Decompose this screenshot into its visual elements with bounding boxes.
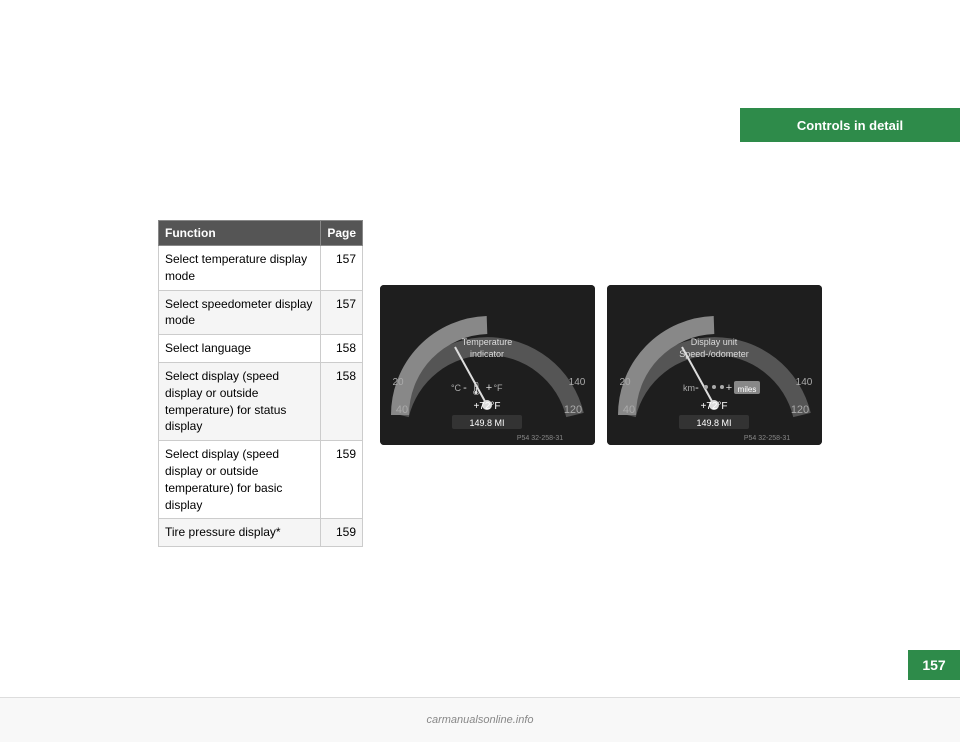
function-table-container: Function Page Select temperature display… [158, 220, 363, 547]
table-cell-function: Select temperature display mode [159, 246, 321, 291]
table-cell-function: Select language [159, 335, 321, 363]
svg-text:🌡: 🌡 [468, 381, 485, 396]
svg-text:Display unit: Display unit [691, 337, 738, 347]
controls-banner: Controls in detail [740, 108, 960, 142]
table-cell-function: Select display (speed display or outside… [159, 441, 321, 519]
col-header-page: Page [321, 221, 363, 246]
table-cell-function: Select speedometer display mode [159, 290, 321, 335]
svg-text:40: 40 [623, 404, 635, 416]
function-table: Function Page Select temperature display… [158, 220, 363, 547]
gauge-speedometer: 40 120 20 140 Display unit Speed-/odomet… [607, 285, 822, 445]
svg-text:120: 120 [791, 404, 809, 416]
svg-text:120: 120 [564, 404, 582, 416]
svg-text:149.8 MI: 149.8 MI [469, 418, 504, 428]
svg-text:+72°F: +72°F [700, 401, 727, 412]
svg-text:°C: °C [451, 383, 462, 393]
table-cell-page: 158 [321, 362, 363, 440]
table-cell-page: 157 [321, 246, 363, 291]
svg-text:indicator: indicator [470, 349, 504, 359]
svg-text:20: 20 [619, 377, 631, 388]
svg-text:140: 140 [796, 377, 813, 388]
svg-text:+: + [726, 382, 732, 394]
svg-text:20: 20 [392, 377, 404, 388]
svg-text:°F: °F [493, 383, 503, 393]
svg-text:+72°F: +72°F [473, 401, 500, 412]
svg-text:P54 32-258-31: P54 32-258-31 [517, 435, 563, 442]
table-row: Select temperature display mode157 [159, 246, 363, 291]
watermark-text: carmanualsonline.info [426, 714, 533, 726]
svg-text:km: km [683, 383, 695, 393]
table-row: Tire pressure display*159 [159, 519, 363, 547]
table-row: Select speedometer display mode157 [159, 290, 363, 335]
table-cell-page: 157 [321, 290, 363, 335]
gauges-area: 40 120 20 140 Temperature indicator °C -… [380, 285, 822, 445]
page-number-badge: 157 [908, 650, 960, 680]
svg-text:40: 40 [396, 404, 408, 416]
table-cell-function: Tire pressure display* [159, 519, 321, 547]
col-header-function: Function [159, 221, 321, 246]
svg-text:Speed-/odometer: Speed-/odometer [679, 349, 749, 359]
svg-text:-: - [695, 382, 699, 394]
page-number-label: 157 [922, 657, 945, 673]
table-row: Select display (speed display or outside… [159, 362, 363, 440]
svg-text:-: - [463, 382, 467, 394]
table-cell-page: 158 [321, 335, 363, 363]
gauge-temperature: 40 120 20 140 Temperature indicator °C -… [380, 285, 595, 445]
svg-text:P54 32-258-31: P54 32-258-31 [744, 435, 790, 442]
svg-text:Temperature: Temperature [462, 337, 513, 347]
svg-text:+: + [486, 382, 492, 394]
table-cell-page: 159 [321, 441, 363, 519]
table-cell-page: 159 [321, 519, 363, 547]
svg-text:140: 140 [569, 377, 586, 388]
watermark-bar: carmanualsonline.info [0, 697, 960, 742]
table-row: Select display (speed display or outside… [159, 441, 363, 519]
svg-text:miles: miles [738, 385, 757, 394]
table-row: Select language158 [159, 335, 363, 363]
banner-label: Controls in detail [797, 118, 903, 133]
svg-text:149.8 MI: 149.8 MI [696, 418, 731, 428]
table-cell-function: Select display (speed display or outside… [159, 362, 321, 440]
